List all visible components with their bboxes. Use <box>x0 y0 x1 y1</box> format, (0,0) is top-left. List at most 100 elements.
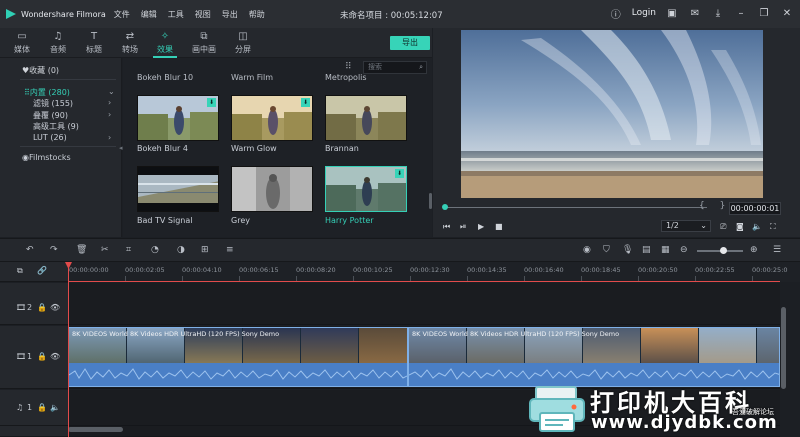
play-icon[interactable]: ▶ <box>478 222 484 231</box>
sidebar-item-lut[interactable]: LUT (26) <box>33 133 67 142</box>
video-clip[interactable]: 8K VIDEOS World 8K Videos HDR UltraHD (1… <box>68 327 408 387</box>
filmstocks-icon: ◉ <box>22 153 29 162</box>
zoom-out-icon[interactable]: ⊖ <box>680 245 688 255</box>
mark-in-out-icon[interactable]: { } <box>699 201 731 211</box>
audio-waveform <box>69 363 407 386</box>
green-screen-icon[interactable]: ⊞ <box>201 245 209 255</box>
video-track-icon: 🎞 <box>16 303 27 312</box>
zoom-slider-handle[interactable] <box>720 247 727 254</box>
link-icon[interactable]: 🔗 <box>37 266 47 275</box>
speed-icon[interactable]: ◔ <box>151 245 159 255</box>
skip-back-icon[interactable]: ⏮ <box>443 222 450 232</box>
play-pause-icon[interactable]: ⏯ <box>460 222 466 232</box>
eye-icon[interactable]: 👁 <box>50 303 60 312</box>
menu-view[interactable]: 视图 <box>195 9 211 20</box>
audio-adjust-icon[interactable]: ≡ <box>226 245 234 255</box>
grid-scrollbar[interactable] <box>429 193 432 209</box>
redo-icon[interactable]: ↷ <box>50 245 58 255</box>
lock-icon[interactable]: 🔒 <box>37 352 47 361</box>
download-icon[interactable]: ⬇ <box>301 98 310 107</box>
tab-titles[interactable]: T 标题 <box>76 31 112 55</box>
zoom-in-icon[interactable]: ⊕ <box>750 245 758 255</box>
login-link[interactable]: Login <box>632 8 656 18</box>
printer-logo-icon <box>529 386 585 432</box>
voiceover-icon[interactable]: ▤ <box>642 245 651 255</box>
cut-icon[interactable]: ✂ <box>101 245 109 255</box>
track-video-2[interactable] <box>68 283 780 325</box>
mic-icon[interactable]: 🎙 <box>622 245 633 255</box>
fullscreen-icon[interactable]: ⛶ <box>770 222 776 232</box>
preview-scrub-track[interactable] <box>445 207 707 208</box>
volume-icon[interactable]: 🔈 <box>752 222 762 231</box>
speaker-icon[interactable]: 🔈 <box>50 403 60 412</box>
frame <box>699 328 757 364</box>
tab-media[interactable]: ▭ 媒体 <box>4 31 40 55</box>
color-icon[interactable]: ◑ <box>177 245 185 255</box>
maximize-icon[interactable]: ❐ <box>757 6 771 20</box>
effect-thumb-harry-potter[interactable]: ⬇ <box>325 166 407 212</box>
effect-thumb-brannan[interactable] <box>325 95 407 141</box>
delete-icon[interactable]: 🗑 <box>76 245 87 255</box>
timeline-ruler[interactable]: 00:00:00:00 00:00:02:05 00:00:04:10 00:0… <box>68 262 800 282</box>
tab-audio[interactable]: ♫ 音频 <box>40 31 76 55</box>
chevron-right-icon[interactable]: › <box>108 133 111 142</box>
preview-scrub-handle[interactable] <box>442 204 448 210</box>
timeline-footer <box>0 426 68 437</box>
quality-select[interactable]: 1/2 ⌄ <box>661 220 711 232</box>
render-icon[interactable]: ◉ <box>583 245 591 255</box>
info-icon[interactable]: ⓘ <box>609 6 623 21</box>
timeline-horizontal-scrollbar[interactable] <box>68 427 123 432</box>
effect-thumb-bokeh-blur-4[interactable]: ⬇ <box>137 95 219 141</box>
tab-effects[interactable]: ✧ 效果 <box>147 31 183 58</box>
menu-tools[interactable]: 工具 <box>168 9 184 20</box>
export-button[interactable]: 导出 <box>390 36 430 50</box>
menu-file[interactable]: 文件 <box>114 9 130 20</box>
preview-video[interactable] <box>461 30 763 198</box>
tab-split-screen[interactable]: ◫ 分屏 <box>225 31 261 55</box>
tab-transitions[interactable]: ⇄ 转场 <box>112 31 148 55</box>
shield-icon[interactable]: ⛉ <box>603 245 610 255</box>
lock-icon[interactable]: 🔒 <box>37 303 47 312</box>
lock-icon[interactable]: 🔒 <box>37 403 47 412</box>
download-icon[interactable]: ⬇ <box>207 98 216 107</box>
search-input[interactable]: 搜索 ⌕ <box>363 61 427 74</box>
playhead[interactable] <box>68 262 69 437</box>
chevron-down-icon[interactable]: ⌄ <box>108 87 115 96</box>
sidebar-item-favorites[interactable]: ♥收藏 (0) <box>22 65 59 76</box>
collapse-arrow-icon[interactable]: ◂ <box>119 144 123 152</box>
download-icon[interactable]: ⤓ <box>711 6 725 20</box>
add-track-icon[interactable]: ⧉ <box>17 266 23 276</box>
minimize-icon[interactable]: – <box>734 6 748 20</box>
sidebar-item-builtin[interactable]: ⠿内置 (280) <box>24 87 70 98</box>
save-icon[interactable]: ▣ <box>665 6 679 20</box>
menu-export[interactable]: 导出 <box>222 9 238 20</box>
crop-icon[interactable]: ⌗ <box>126 245 131 255</box>
eye-icon[interactable]: 👁 <box>50 352 60 361</box>
download-icon[interactable]: ⬇ <box>395 169 404 178</box>
sidebar-item-filmstocks[interactable]: ◉Filmstocks <box>22 153 71 162</box>
stop-icon[interactable]: ■ <box>495 222 503 231</box>
tab-pip[interactable]: ⧉ 画中画 <box>186 31 222 55</box>
sidebar-item-overlays[interactable]: 叠覆 (90) <box>33 110 68 121</box>
chevron-right-icon[interactable]: › <box>108 110 111 119</box>
timeline-menu-icon[interactable]: ☰ <box>773 245 781 255</box>
chevron-right-icon[interactable]: › <box>108 98 111 107</box>
close-icon[interactable]: ✕ <box>780 6 794 20</box>
menu-edit[interactable]: 编辑 <box>141 9 157 20</box>
timeline-vertical-scrollbar[interactable] <box>781 307 786 389</box>
sidebar-item-filters[interactable]: 滤镜 (155) <box>33 98 73 109</box>
render-preview-icon[interactable]: ⎚ <box>720 222 726 232</box>
track-number: 2 <box>27 303 33 312</box>
sidebar-item-advanced-tools[interactable]: 高级工具 (9) <box>33 121 79 132</box>
video-clip[interactable]: 8K VIDEOS World 8K Videos HDR UltraHD (1… <box>408 327 780 387</box>
grid-view-icon[interactable]: ⠿ <box>345 62 352 72</box>
menu-help[interactable]: 帮助 <box>249 9 265 20</box>
music-icon: ♫ <box>53 31 63 42</box>
snapshot-icon[interactable]: ◙ <box>736 222 744 231</box>
undo-icon[interactable]: ↶ <box>26 245 34 255</box>
effect-thumb-bad-tv-signal[interactable] <box>137 166 219 212</box>
split-audio-icon[interactable]: ▦ <box>661 245 670 255</box>
effect-thumb-grey[interactable] <box>231 166 313 212</box>
effect-thumb-warm-glow[interactable]: ⬇ <box>231 95 313 141</box>
mail-icon[interactable]: ✉ <box>688 6 702 20</box>
